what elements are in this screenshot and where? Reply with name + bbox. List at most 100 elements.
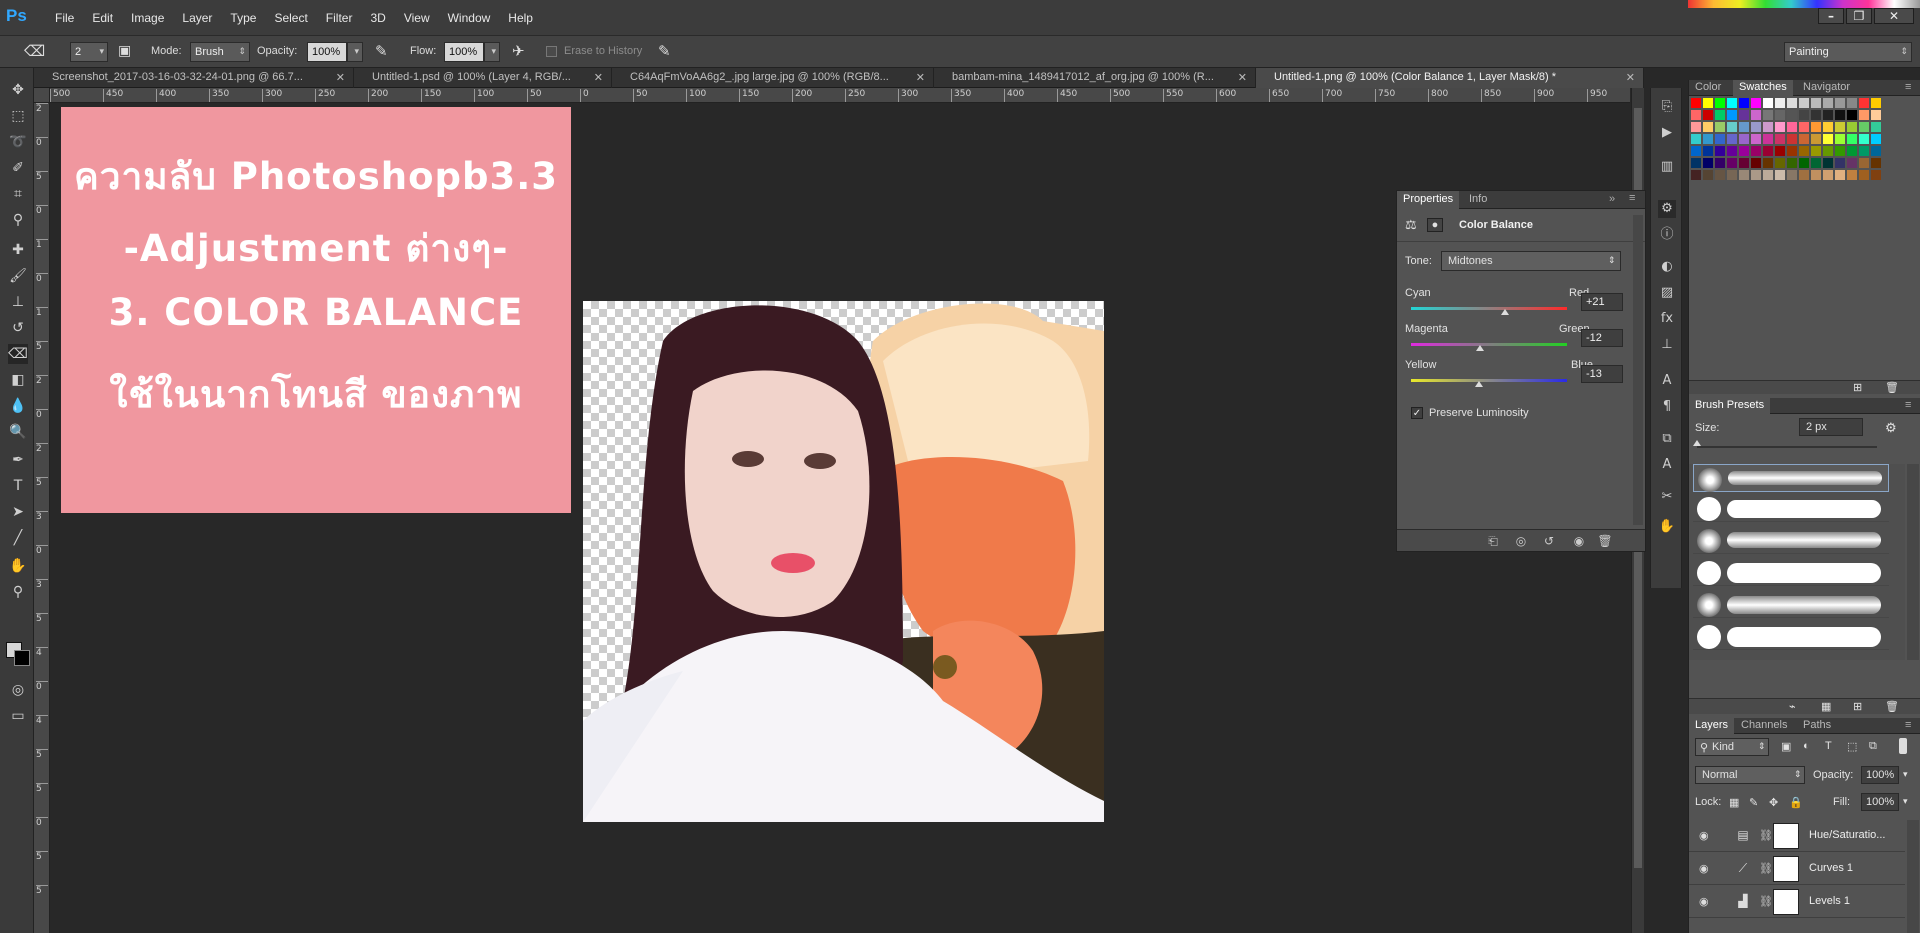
color-swatch[interactable]: [1751, 134, 1761, 144]
lock-position-icon[interactable]: ✥: [1769, 796, 1778, 809]
color-swatch[interactable]: [1871, 98, 1881, 108]
histogram-panel-icon[interactable]: ▥: [1658, 158, 1676, 176]
color-swatch[interactable]: [1763, 122, 1773, 132]
quick-selection-tool-icon[interactable]: ✐: [8, 158, 28, 178]
eye-icon[interactable]: ◉: [1699, 862, 1709, 875]
delete-brush-icon[interactable]: 🗑: [1885, 700, 1899, 713]
brush-presets-menu-icon[interactable]: ≡: [1905, 399, 1911, 411]
color-swatch[interactable]: [1859, 122, 1869, 132]
chain-link-icon[interactable]: ⛓: [1759, 829, 1773, 842]
brush-preset-item[interactable]: [1693, 622, 1889, 650]
doc-tab-screenshot[interactable]: Screenshot_2017-03-16-03-32-24-01.png @ …: [34, 68, 354, 88]
color-swatch[interactable]: [1823, 146, 1833, 156]
brush-tool-icon[interactable]: 🖌: [8, 266, 28, 286]
line-tool-icon[interactable]: ╱: [8, 528, 28, 548]
color-swatch[interactable]: [1811, 122, 1821, 132]
magenta-green-slider-track[interactable]: [1411, 343, 1567, 346]
color-swatch[interactable]: [1823, 110, 1833, 120]
color-swatch[interactable]: [1835, 134, 1845, 144]
color-swatch[interactable]: [1775, 146, 1785, 156]
color-swatch[interactable]: [1739, 158, 1749, 168]
color-swatch[interactable]: [1811, 158, 1821, 168]
tool-presets-panel-icon[interactable]: ⊥: [1658, 336, 1676, 354]
tab-properties[interactable]: Properties: [1397, 191, 1460, 209]
fill-input[interactable]: 100%: [1861, 793, 1899, 811]
color-swatch[interactable]: [1835, 98, 1845, 108]
tab-navigator[interactable]: Navigator: [1797, 80, 1856, 96]
color-swatch[interactable]: [1751, 98, 1761, 108]
doc-tab-untitled-psd[interactable]: Untitled-1.psd @ 100% (Layer 4, RGB/... ✕: [354, 68, 612, 88]
color-swatch[interactable]: [1703, 146, 1713, 156]
color-swatch[interactable]: [1763, 134, 1773, 144]
panel-menu-icon[interactable]: ≡: [1629, 192, 1635, 204]
color-swatch[interactable]: [1715, 158, 1725, 168]
fill-dropdown-icon[interactable]: ▾: [1903, 796, 1908, 807]
color-swatch[interactable]: [1727, 170, 1737, 180]
color-swatch[interactable]: [1703, 98, 1713, 108]
brush-preset-item[interactable]: [1693, 590, 1889, 618]
tone-select[interactable]: Midtones ⇕: [1441, 251, 1621, 271]
lock-transparent-icon[interactable]: ▦: [1729, 796, 1739, 809]
color-swatch[interactable]: [1739, 122, 1749, 132]
tab-info[interactable]: Info: [1463, 191, 1493, 209]
info-panel-icon[interactable]: ⓘ: [1658, 226, 1676, 244]
color-swatch[interactable]: [1871, 170, 1881, 180]
menu-file[interactable]: File: [46, 11, 83, 25]
color-swatch[interactable]: [1691, 110, 1701, 120]
hand-tool-icon[interactable]: ✋: [8, 556, 28, 576]
color-swatch[interactable]: [1799, 122, 1809, 132]
color-swatch[interactable]: [1727, 98, 1737, 108]
blend-mode-select[interactable]: Normal ⇕: [1695, 766, 1805, 784]
color-swatch[interactable]: [1859, 98, 1869, 108]
actions-panel-icon[interactable]: ▶: [1658, 124, 1676, 142]
eyedropper-tool-icon[interactable]: ⚲: [8, 210, 28, 230]
doc-tab-bambam-mina[interactable]: bambam-mina_1489417012_af_org.jpg @ 100%…: [934, 68, 1256, 88]
layer-opacity-dropdown-icon[interactable]: ▾: [1903, 769, 1908, 780]
color-swatch[interactable]: [1871, 134, 1881, 144]
color-swatch[interactable]: [1811, 134, 1821, 144]
close-tab-icon[interactable]: ✕: [594, 71, 603, 84]
color-swatch[interactable]: [1703, 158, 1713, 168]
color-swatch[interactable]: [1847, 122, 1857, 132]
cyan-red-value-input[interactable]: +21: [1581, 293, 1623, 311]
color-swatch[interactable]: [1811, 170, 1821, 180]
clip-to-layer-icon[interactable]: ⎗: [1485, 534, 1501, 548]
color-swatch[interactable]: [1871, 158, 1881, 168]
filter-adjustment-icon[interactable]: ◐: [1803, 740, 1810, 752]
color-swatch[interactable]: [1799, 98, 1809, 108]
lasso-tool-icon[interactable]: ➰: [8, 132, 28, 152]
layer-mask-thumbnail[interactable]: [1773, 856, 1799, 882]
horizontal-ruler[interactable]: 500 450 400 350 300 250 200 150 100 50 0 50 100 150 20…: [50, 88, 1630, 103]
color-swatch[interactable]: [1751, 158, 1761, 168]
menu-3d[interactable]: 3D: [361, 11, 394, 25]
filter-pixel-icon[interactable]: ▣: [1781, 740, 1791, 753]
pressure-opacity-icon[interactable]: ✎: [375, 42, 388, 60]
flow-dropdown[interactable]: ▾: [484, 42, 500, 62]
color-swatch[interactable]: [1751, 170, 1761, 180]
character-styles-panel-icon[interactable]: A: [1658, 456, 1676, 474]
layer-row[interactable]: ◉ ▟ ⛓ Levels 1: [1689, 886, 1905, 918]
color-swatch[interactable]: [1775, 134, 1785, 144]
color-swatch[interactable]: [1727, 110, 1737, 120]
layer-mask-thumbnail[interactable]: [1773, 823, 1799, 849]
restore-button[interactable]: ❐: [1846, 8, 1872, 24]
color-swatch[interactable]: [1787, 98, 1797, 108]
paint-bucket-tool-icon[interactable]: ◧: [8, 370, 28, 390]
menu-view[interactable]: View: [395, 11, 439, 25]
color-swatch[interactable]: [1859, 110, 1869, 120]
color-swatch[interactable]: [1787, 122, 1797, 132]
color-swatch[interactable]: [1811, 98, 1821, 108]
color-swatch[interactable]: [1859, 158, 1869, 168]
color-swatch[interactable]: [1859, 170, 1869, 180]
color-swatch[interactable]: [1691, 146, 1701, 156]
clone-stamp-tool-icon[interactable]: ⊥: [8, 292, 28, 312]
vertical-ruler[interactable]: 2 0 5 0 1 0 1 5 2 0 2 5 3 0 3 5 4 0 4 5 5 0 5 5: [34, 103, 50, 933]
close-tab-icon[interactable]: ✕: [1626, 71, 1635, 84]
brush-size-slider-knob[interactable]: [1693, 440, 1701, 446]
quick-mask-icon[interactable]: ◎: [8, 680, 28, 700]
menu-layer[interactable]: Layer: [173, 11, 221, 25]
minimize-button[interactable]: –: [1818, 8, 1844, 24]
properties-scrollbar[interactable]: [1633, 215, 1643, 525]
color-swatch[interactable]: [1751, 122, 1761, 132]
path-selection-tool-icon[interactable]: ➤: [8, 502, 28, 522]
